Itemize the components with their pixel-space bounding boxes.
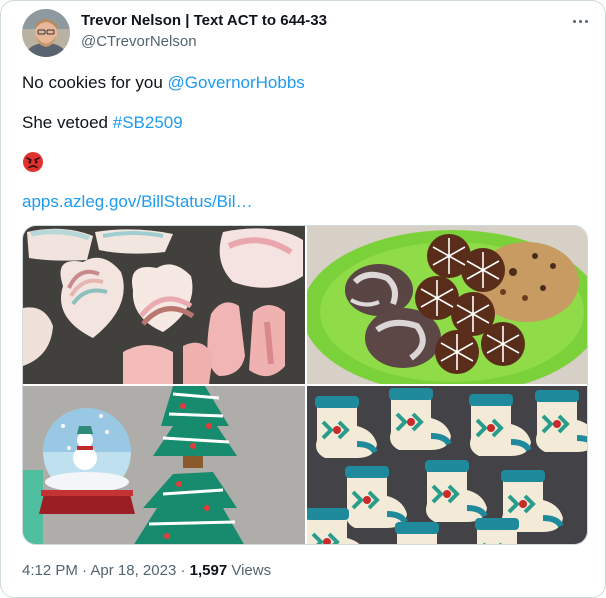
tweet-text: No cookies for you [22,73,168,92]
hashtag-link[interactable]: #SB2509 [113,113,183,132]
heart-rainbow-cookies-image[interactable] [23,226,305,384]
person-avatar-icon [22,9,70,57]
stocking-cookies-image[interactable] [307,386,587,544]
tweet-meta: 4:12 PM · Apr 18, 2023 · 1,597 Views [22,562,271,579]
tweet-card: Trevor Nelson | Text ACT to 644-33 @CTre… [0,0,606,598]
author-avatar[interactable] [22,9,70,57]
tweet-line-1: No cookies for you @GovernorHobbs [22,72,305,94]
media-grid [22,225,588,545]
tweet-time[interactable]: 4:12 PM [22,562,78,579]
bill-status-link[interactable]: apps.azleg.gov/BillStatus/Bil… [22,191,253,213]
tweet-line-2: She vetoed #SB2509 [22,112,183,134]
snowflake-cookies-image[interactable] [307,226,587,384]
meta-separator: · [82,562,88,579]
mention-link[interactable]: @GovernorHobbs [168,73,305,92]
more-options-icon[interactable] [569,11,591,31]
tweet-text: She vetoed [22,113,113,132]
meta-separator: · [180,562,186,579]
author-display-name[interactable]: Trevor Nelson | Text ACT to 644-33 [81,12,327,29]
author-handle[interactable]: @CTrevorNelson [81,33,197,50]
snow-globe-cookies-image[interactable] [23,386,305,544]
tweet-date[interactable]: Apr 18, 2023 [90,562,176,579]
views-count: 1,597 [189,562,228,579]
views-label: Views [227,562,272,579]
angry-face-icon [22,151,44,173]
